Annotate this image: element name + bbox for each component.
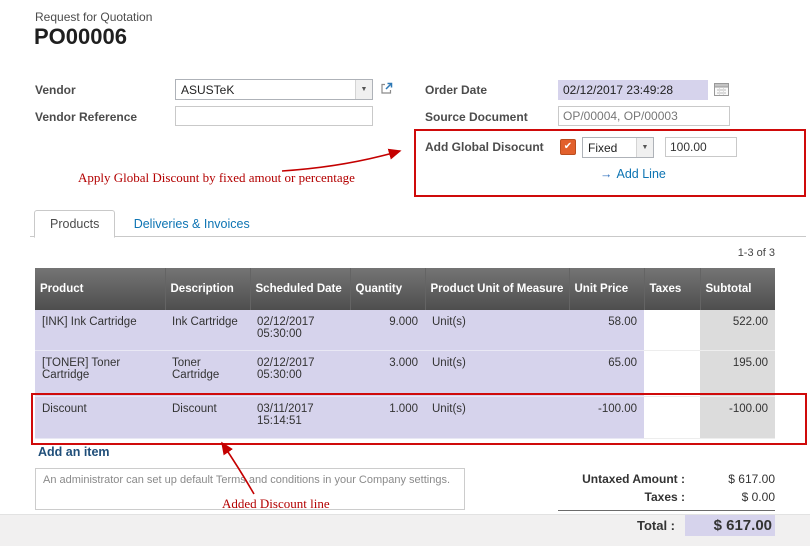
- cell-uom[interactable]: Unit(s): [425, 350, 569, 396]
- notebook-tabs: Products Deliveries & Invoices: [30, 209, 806, 237]
- arrow-right-icon: →: [600, 167, 613, 181]
- discount-amount-input[interactable]: [665, 137, 737, 157]
- cell-unit-price[interactable]: 65.00: [569, 350, 644, 396]
- col-uom[interactable]: Product Unit of Measure: [425, 268, 569, 310]
- add-line-label: Add Line: [617, 167, 666, 181]
- cell-quantity[interactable]: 3.000: [350, 350, 425, 396]
- vendor-select[interactable]: ASUSTeK ▼: [175, 79, 373, 100]
- table-header-row: Product Description Scheduled Date Quant…: [35, 268, 775, 310]
- discount-type-select[interactable]: Fixed ▼: [582, 137, 654, 158]
- source-document-input[interactable]: [558, 106, 730, 126]
- cell-description[interactable]: Toner Cartridge: [165, 350, 250, 396]
- discount-type-value: Fixed: [583, 141, 636, 155]
- col-unit-price[interactable]: Unit Price: [569, 268, 644, 310]
- cell-product[interactable]: [TONER] Toner Cartridge: [35, 350, 165, 396]
- totals-divider: [558, 510, 775, 511]
- col-subtotal[interactable]: Subtotal: [700, 268, 775, 310]
- total-value: $ 617.00: [685, 515, 775, 536]
- col-product[interactable]: Product: [35, 268, 165, 310]
- vendor-reference-label: Vendor Reference: [35, 110, 137, 124]
- table-row-ink[interactable]: [INK] Ink Cartridge Ink Cartridge 02/12/…: [35, 310, 775, 350]
- cell-subtotal[interactable]: 522.00: [700, 310, 775, 350]
- table-row-discount[interactable]: Discount Discount 03/11/2017 15:14:51 1.…: [35, 396, 775, 438]
- totals-block: Untaxed Amount : $ 617.00 Taxes : $ 0.00…: [558, 470, 775, 538]
- order-lines-table: Product Description Scheduled Date Quant…: [35, 268, 775, 439]
- vendor-reference-input[interactable]: [175, 106, 373, 126]
- cell-subtotal[interactable]: -100.00: [700, 396, 775, 438]
- order-date-label: Order Date: [425, 83, 487, 97]
- annotation-global-discount-note: Apply Global Discount by fixed amout or …: [78, 170, 355, 186]
- cell-scheduled-date[interactable]: 02/12/2017 05:30:00: [250, 350, 350, 396]
- add-an-item-link[interactable]: Add an item: [38, 445, 110, 459]
- cell-scheduled-date[interactable]: 02/12/2017 05:30:00: [250, 310, 350, 350]
- add-line-link[interactable]: → Add Line: [600, 167, 666, 181]
- col-description[interactable]: Description: [165, 268, 250, 310]
- cell-quantity[interactable]: 1.000: [350, 396, 425, 438]
- purchase-order-form: Request for Quotation PO00006 Vendor ASU…: [0, 0, 810, 546]
- untaxed-amount-value: $ 617.00: [695, 472, 775, 486]
- taxes-label: Taxes :: [558, 490, 695, 504]
- total-label: Total :: [558, 518, 685, 533]
- tab-products[interactable]: Products: [34, 210, 115, 238]
- external-link-icon[interactable]: [379, 81, 394, 96]
- taxes-value: $ 0.00: [695, 490, 775, 504]
- cell-description[interactable]: Ink Cartridge: [165, 310, 250, 350]
- calendar-icon[interactable]: [714, 82, 729, 96]
- cell-unit-price[interactable]: -100.00: [569, 396, 644, 438]
- col-quantity[interactable]: Quantity: [350, 268, 425, 310]
- vendor-value: ASUSTeK: [176, 83, 355, 97]
- total-row: Total : $ 617.00: [558, 513, 775, 538]
- table-row-toner[interactable]: [TONER] Toner Cartridge Toner Cartridge …: [35, 350, 775, 396]
- global-discount-label: Add Global Disocunt: [425, 140, 544, 154]
- chevron-down-icon: ▼: [355, 80, 372, 99]
- cell-uom[interactable]: Unit(s): [425, 396, 569, 438]
- cell-subtotal[interactable]: 195.00: [700, 350, 775, 396]
- order-date-input[interactable]: [558, 80, 708, 100]
- vendor-label: Vendor: [35, 83, 76, 97]
- col-taxes[interactable]: Taxes: [644, 268, 700, 310]
- global-discount-checkbox[interactable]: ✔: [560, 139, 576, 155]
- taxes-row: Taxes : $ 0.00: [558, 488, 775, 506]
- col-scheduled-date[interactable]: Scheduled Date: [250, 268, 350, 310]
- cell-scheduled-date[interactable]: 03/11/2017 15:14:51: [250, 396, 350, 438]
- breadcrumb: Request for Quotation: [35, 10, 152, 24]
- cell-uom[interactable]: Unit(s): [425, 310, 569, 350]
- cell-taxes[interactable]: [644, 396, 700, 438]
- annotation-discount-line-note: Added Discount line: [222, 496, 330, 512]
- source-document-label: Source Document: [425, 110, 528, 124]
- untaxed-amount-row: Untaxed Amount : $ 617.00: [558, 470, 775, 488]
- untaxed-amount-label: Untaxed Amount :: [558, 472, 695, 486]
- cell-description[interactable]: Discount: [165, 396, 250, 438]
- tab-deliveries-invoices[interactable]: Deliveries & Invoices: [119, 211, 265, 237]
- cell-taxes[interactable]: [644, 350, 700, 396]
- cell-quantity[interactable]: 9.000: [350, 310, 425, 350]
- cell-product[interactable]: Discount: [35, 396, 165, 438]
- page-title: PO00006: [34, 24, 127, 50]
- pager: 1-3 of 3: [738, 247, 775, 259]
- chevron-down-icon: ▼: [636, 138, 653, 157]
- cell-taxes[interactable]: [644, 310, 700, 350]
- cell-product[interactable]: [INK] Ink Cartridge: [35, 310, 165, 350]
- cell-unit-price[interactable]: 58.00: [569, 310, 644, 350]
